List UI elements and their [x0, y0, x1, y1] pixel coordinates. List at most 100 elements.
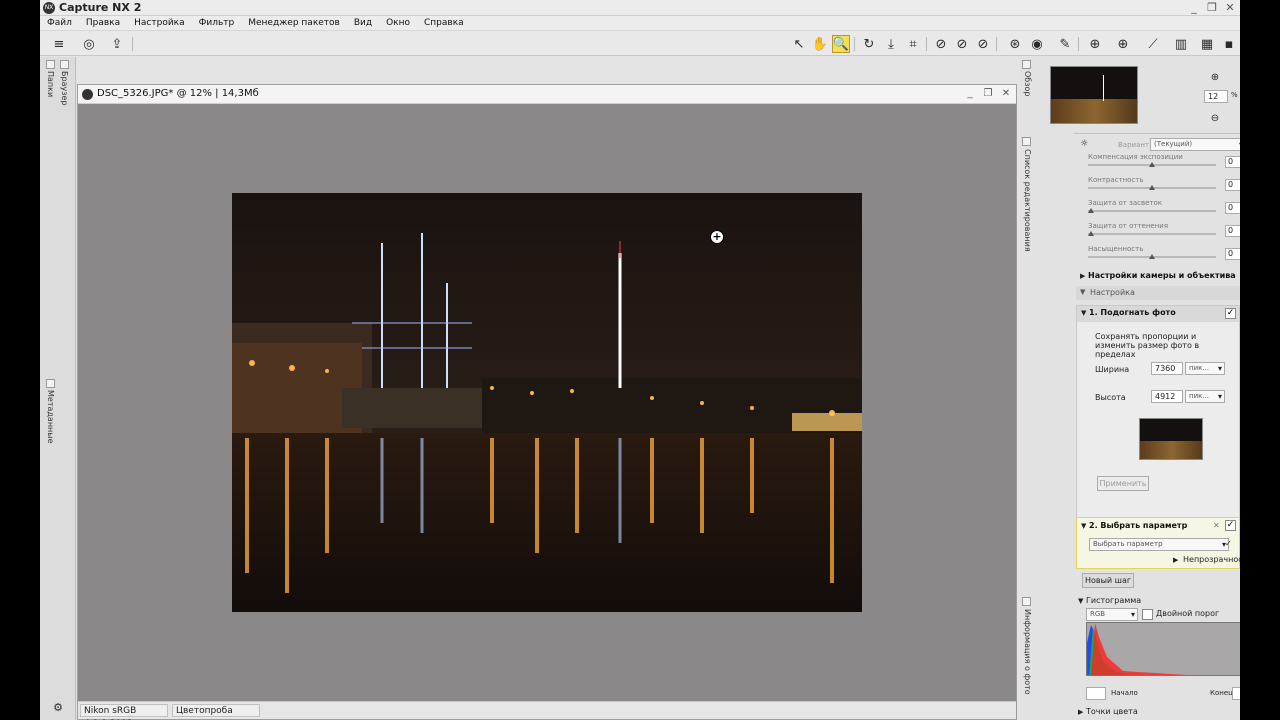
menu-view[interactable]: Вид: [347, 16, 379, 30]
collapse-arrow-icon[interactable]: ▼: [1081, 522, 1086, 530]
metadata-tab-toggle[interactable]: [46, 379, 55, 388]
redeye-icon[interactable]: ⊛: [1006, 35, 1024, 53]
selection-mode-icon[interactable]: ▪: [1220, 35, 1238, 53]
minimize-button[interactable]: _: [1188, 1, 1200, 14]
white-point-icon[interactable]: ⊘: [953, 35, 971, 53]
edit-list-sun-icon: ☼: [1080, 139, 1089, 149]
double-threshold-label: Двойной порог: [1156, 609, 1220, 618]
apply-button[interactable]: Применить: [1097, 476, 1149, 491]
doc-minimize-button[interactable]: _: [964, 88, 976, 99]
folders-tab-toggle[interactable]: [46, 60, 55, 69]
slider-thumb[interactable]: [1149, 254, 1155, 259]
slider-thumb[interactable]: [1088, 231, 1094, 236]
edit-list-tab-toggle[interactable]: [1022, 137, 1031, 146]
rotate-icon[interactable]: ↻: [860, 35, 878, 53]
selection-control-point-icon[interactable]: ⊕: [1114, 35, 1132, 53]
step2-checkbox[interactable]: ✓: [1225, 520, 1236, 531]
auto-retouch-icon[interactable]: ✎: [1056, 35, 1074, 53]
slider-value[interactable]: 0: [1225, 225, 1240, 237]
edit-list-tab[interactable]: Список редактирования: [1022, 149, 1032, 252]
expand-arrow-icon[interactable]: ▶: [1080, 272, 1085, 280]
settings-gear-icon[interactable]: ⚙: [49, 698, 67, 716]
menu-window[interactable]: Окно: [379, 16, 417, 30]
end-field[interactable]: [1232, 687, 1240, 700]
height-field[interactable]: 4912: [1151, 390, 1183, 403]
settings-header: ▼ Настройка: [1076, 286, 1240, 300]
width-field[interactable]: 7360: [1151, 362, 1183, 375]
direct-select-icon[interactable]: ↖: [790, 35, 808, 53]
slider-thumb[interactable]: [1149, 162, 1155, 167]
collapse-arrow-icon[interactable]: ▼: [1080, 288, 1085, 296]
slider-thumb[interactable]: [1088, 208, 1094, 213]
menu-batch[interactable]: Менеджер пакетов: [241, 16, 347, 30]
width-unit-dropdown[interactable]: пик...: [1185, 362, 1225, 375]
photo-night-harbor[interactable]: [232, 193, 862, 612]
workspace-icon[interactable]: ≡: [50, 35, 68, 53]
menu-file[interactable]: Файл: [40, 16, 79, 30]
step2-panel: ▼ 2. Выбрать параметр ✕ ✓ Выбрать параме…: [1076, 517, 1240, 569]
overview-thumbnail[interactable]: [1050, 66, 1138, 124]
camera-lens-section[interactable]: Настройки камеры и объектива: [1088, 271, 1236, 280]
collapse-arrow-icon[interactable]: ▼: [1081, 309, 1086, 317]
black-point-icon[interactable]: ⊘: [932, 35, 950, 53]
settings-label: Настройка: [1090, 288, 1135, 297]
photo-info-tab[interactable]: Информация о фото: [1022, 609, 1032, 695]
step1-title[interactable]: 1. Подогнать фото: [1089, 308, 1176, 317]
step1-checkbox[interactable]: ✓: [1225, 308, 1236, 319]
color-control-point-icon[interactable]: ⊕: [1086, 35, 1104, 53]
straighten-icon[interactable]: ⤓: [882, 35, 900, 53]
histogram-graph[interactable]: [1086, 622, 1240, 676]
start-field[interactable]: [1086, 687, 1106, 700]
menu-help[interactable]: Справка: [417, 16, 471, 30]
browser-tab-toggle[interactable]: [60, 60, 69, 69]
browser-tab[interactable]: Браузер: [60, 71, 69, 105]
zoom-tool-icon[interactable]: 🔍: [832, 35, 850, 53]
doc-close-button[interactable]: ✕: [1000, 88, 1012, 99]
expand-arrow-icon[interactable]: ▶: [1078, 708, 1083, 716]
expand-arrow-icon[interactable]: ▶: [1173, 556, 1178, 564]
doc-restore-button[interactable]: ❐: [982, 88, 994, 99]
slider-track[interactable]: [1088, 210, 1216, 212]
slider-thumb[interactable]: [1149, 185, 1155, 190]
zoom-value-field[interactable]: 12: [1204, 90, 1228, 103]
variant-dropdown[interactable]: (Текущий): [1150, 138, 1240, 151]
output-icon[interactable]: ⇪: [108, 35, 126, 53]
zoom-in-icon[interactable]: ⊕: [1206, 68, 1224, 86]
close-button[interactable]: ✕: [1224, 1, 1236, 14]
new-step-button[interactable]: Новый шаг: [1082, 573, 1134, 588]
step2-dropdown[interactable]: Выбрать параметр: [1089, 538, 1229, 551]
neutral-point-icon[interactable]: ⊘: [974, 35, 992, 53]
step2-title[interactable]: 2. Выбрать параметр: [1089, 521, 1187, 530]
collapse-arrow-icon[interactable]: ▼: [1078, 597, 1083, 605]
restore-button[interactable]: ❐: [1206, 1, 1218, 14]
crop-icon[interactable]: ⌗: [904, 35, 922, 53]
height-label: Высота: [1095, 393, 1126, 402]
fill-icon[interactable]: ▦: [1198, 35, 1216, 53]
browse-icon[interactable]: ◎: [80, 35, 98, 53]
slider-track[interactable]: [1088, 233, 1216, 235]
double-threshold-checkbox[interactable]: [1142, 609, 1153, 620]
menu-filter[interactable]: Фильтр: [192, 16, 242, 30]
slider-value[interactable]: 0: [1225, 248, 1240, 260]
zoom-out-icon[interactable]: ⊖: [1206, 109, 1224, 127]
menu-edit[interactable]: Правка: [79, 16, 127, 30]
slider-value[interactable]: 0: [1225, 179, 1240, 191]
start-label: Начало: [1111, 689, 1138, 697]
step2-delete-icon[interactable]: ✕: [1213, 521, 1220, 530]
lasso-brush-icon[interactable]: ⟋: [1144, 35, 1162, 53]
height-unit-dropdown[interactable]: пик...: [1185, 390, 1225, 403]
color-sample-toggle[interactable]: Цветопроба выкл.: [172, 704, 260, 720]
eye-icon[interactable]: ◉: [1028, 35, 1046, 53]
channel-dropdown[interactable]: RGB: [1086, 608, 1138, 621]
slider-value[interactable]: 0: [1225, 156, 1240, 168]
metadata-tab[interactable]: Метаданные: [46, 390, 55, 444]
image-canvas[interactable]: +: [78, 104, 1016, 701]
overview-tab[interactable]: Обзор: [1022, 71, 1032, 96]
folders-tab[interactable]: Папки: [46, 71, 55, 97]
menu-adjust[interactable]: Настройка: [127, 16, 192, 30]
gradient-icon[interactable]: ▥: [1172, 35, 1190, 53]
slider-value[interactable]: 0: [1225, 202, 1240, 214]
overview-tab-toggle[interactable]: [1022, 60, 1031, 69]
photo-info-tab-toggle[interactable]: [1022, 597, 1031, 606]
hand-tool-icon[interactable]: ✋: [811, 35, 829, 53]
